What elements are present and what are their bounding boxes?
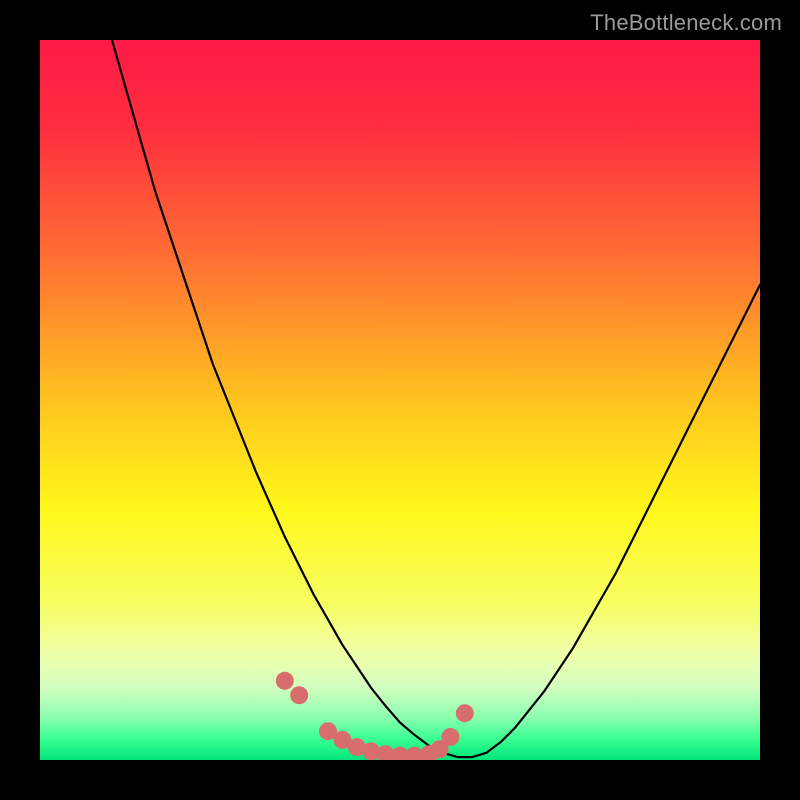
watermark-text: TheBottleneck.com	[590, 10, 782, 36]
gradient-background	[40, 40, 760, 760]
chart-frame: TheBottleneck.com	[0, 0, 800, 800]
plot-area	[40, 40, 760, 760]
